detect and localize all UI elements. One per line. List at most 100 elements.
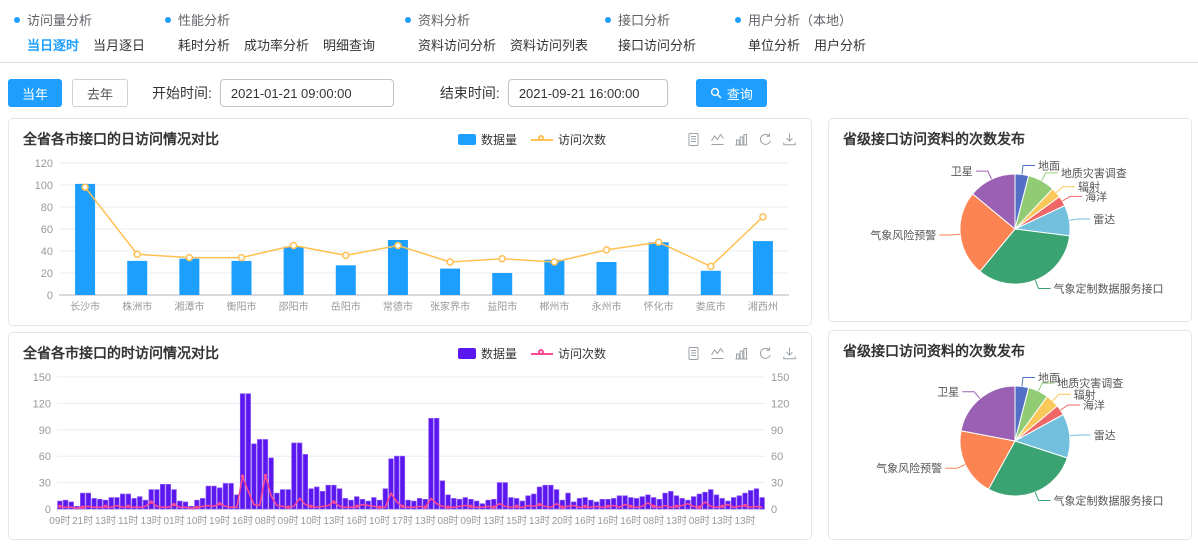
- svg-text:怀化市: 怀化市: [644, 300, 674, 313]
- daily-chart-canvas: 020406080100120长沙市株洲市湘潭市衡阳市邵阳市岳阳市常德市张家界市…: [23, 155, 797, 322]
- this-year-button[interactable]: 当年: [8, 79, 62, 107]
- nav-item-data-access-analysis[interactable]: 资料访问分析: [418, 35, 496, 54]
- top-nav: 访问量分析 当日逐时 当月逐日 性能分析 耗时分析 成功率分析 明细查询 资料分…: [0, 10, 1198, 56]
- svg-text:气象风险预警: 气象风险预警: [870, 228, 936, 242]
- nav-group-performance: 性能分析 耗时分析 成功率分析 明细查询: [165, 10, 375, 54]
- nav-item-today-hourly[interactable]: 当日逐时: [27, 35, 79, 54]
- legend-label: 访问次数: [558, 131, 606, 148]
- nav-item-detail-query[interactable]: 明细查询: [323, 35, 375, 54]
- svg-text:10时: 10时: [369, 515, 390, 527]
- svg-text:永州市: 永州市: [592, 300, 622, 313]
- svg-text:30: 30: [39, 478, 51, 490]
- svg-text:16时: 16时: [346, 515, 367, 527]
- svg-text:13时: 13时: [483, 515, 504, 527]
- bullet-icon: [605, 17, 611, 23]
- svg-text:09时: 09时: [49, 515, 70, 527]
- line-chart-icon[interactable]: [710, 346, 725, 361]
- legend-label: 数据量: [481, 345, 517, 362]
- nav-item-time-cost[interactable]: 耗时分析: [178, 35, 230, 54]
- svg-text:60: 60: [771, 451, 783, 463]
- svg-text:10时: 10时: [301, 515, 322, 527]
- svg-text:80: 80: [41, 202, 53, 214]
- search-icon: [710, 87, 722, 99]
- nav-item-unit-analysis[interactable]: 单位分析: [748, 35, 800, 54]
- line-chart-icon[interactable]: [710, 132, 725, 147]
- svg-text:01时: 01时: [163, 515, 184, 527]
- svg-text:长沙市: 长沙市: [70, 300, 100, 313]
- svg-text:0: 0: [45, 504, 51, 516]
- nav-group-label: 性能分析: [178, 10, 230, 29]
- nav-group-data: 资料分析 资料访问分析 资料访问列表: [405, 10, 588, 54]
- bar-chart-icon[interactable]: [734, 132, 749, 147]
- line-swatch-icon: [531, 134, 553, 145]
- legend-item-data-volume[interactable]: 数据量: [458, 131, 517, 148]
- svg-text:13时: 13时: [529, 515, 550, 527]
- svg-text:16时: 16时: [232, 515, 253, 527]
- legend-item-data-volume[interactable]: 数据量: [458, 345, 517, 362]
- nav-group-title: 访问量分析: [14, 10, 145, 29]
- svg-text:衡阳市: 衡阳市: [227, 300, 257, 313]
- bullet-icon: [735, 17, 741, 23]
- svg-text:30: 30: [771, 478, 783, 490]
- pie1-title: 省级接口访问资料的次数发布: [843, 129, 1177, 149]
- legend-item-visit-count[interactable]: 访问次数: [531, 345, 606, 362]
- svg-text:13时: 13时: [141, 515, 162, 527]
- svg-text:60: 60: [41, 224, 53, 236]
- svg-text:常德市: 常德市: [383, 300, 413, 313]
- nav-item-user-analysis[interactable]: 用户分析: [814, 35, 866, 54]
- download-icon[interactable]: [782, 346, 797, 361]
- svg-text:地质灾害调查: 地质灾害调查: [1061, 166, 1127, 180]
- download-icon[interactable]: [782, 132, 797, 147]
- nav-group-title: 性能分析: [165, 10, 375, 29]
- svg-text:11时: 11时: [118, 515, 138, 527]
- nav-group-users: 用户分析（本地） 单位分析 用户分析: [735, 10, 866, 54]
- daily-chart-title: 全省各市接口的日访问情况对比: [23, 129, 458, 149]
- end-time-input[interactable]: [508, 79, 668, 107]
- svg-text:气象风险预警: 气象风险预警: [876, 461, 942, 475]
- svg-text:16时: 16时: [620, 515, 641, 527]
- restore-icon[interactable]: [758, 346, 773, 361]
- bar-chart-icon[interactable]: [734, 346, 749, 361]
- nav-item-month-daily[interactable]: 当月逐日: [93, 35, 145, 54]
- svg-text:湘西州: 湘西州: [748, 300, 778, 313]
- nav-item-interface-access-analysis[interactable]: 接口访问分析: [618, 35, 696, 54]
- svg-text:邵阳市: 邵阳市: [279, 300, 309, 313]
- filter-bar: 当年 去年 开始时间: 结束时间: 查询: [8, 78, 767, 108]
- data-view-icon[interactable]: [686, 346, 701, 361]
- svg-text:株洲市: 株洲市: [122, 300, 152, 313]
- svg-text:13时: 13时: [95, 515, 116, 527]
- start-time-input[interactable]: [220, 79, 394, 107]
- svg-text:娄底市: 娄底市: [696, 300, 726, 313]
- svg-text:气象定制数据服务接口: 气象定制数据服务接口: [1054, 282, 1164, 296]
- nav-item-data-access-list[interactable]: 资料访问列表: [510, 35, 588, 54]
- svg-text:0: 0: [47, 290, 53, 302]
- search-button[interactable]: 查询: [696, 79, 767, 107]
- nav-group-visits: 访问量分析 当日逐时 当月逐日: [14, 10, 145, 54]
- daily-chart-card: 全省各市接口的日访问情况对比 数据量 访问次数 020406080100120长…: [8, 118, 812, 326]
- svg-text:120: 120: [35, 158, 53, 170]
- legend-item-visit-count[interactable]: 访问次数: [531, 131, 606, 148]
- last-year-button[interactable]: 去年: [72, 79, 128, 107]
- line-swatch-icon: [531, 348, 553, 359]
- start-time-label: 开始时间:: [152, 83, 212, 103]
- svg-text:10时: 10时: [186, 515, 207, 527]
- svg-text:卫星: 卫星: [951, 165, 973, 178]
- pie2-title: 省级接口访问资料的次数发布: [843, 341, 1177, 361]
- svg-text:海洋: 海洋: [1085, 189, 1107, 203]
- hourly-chart-legend: 数据量 访问次数: [458, 345, 606, 362]
- restore-icon[interactable]: [758, 132, 773, 147]
- provincial-pie-card-1: 省级接口访问资料的次数发布 地面地质灾害调查辐射海洋雷达气象定制数据服务接口气象…: [828, 118, 1192, 322]
- nav-group-title: 用户分析（本地）: [735, 10, 866, 29]
- nav-group-label: 接口分析: [618, 10, 670, 29]
- nav-item-success-rate[interactable]: 成功率分析: [244, 35, 309, 54]
- svg-text:60: 60: [39, 451, 51, 463]
- svg-text:张家界市: 张家界市: [430, 300, 470, 313]
- svg-text:雷达: 雷达: [1094, 429, 1116, 442]
- svg-text:郴州市: 郴州市: [539, 300, 569, 313]
- svg-text:卫星: 卫星: [937, 386, 959, 399]
- data-view-icon[interactable]: [686, 132, 701, 147]
- svg-text:19时: 19时: [209, 515, 230, 527]
- nav-group-interface: 接口分析 接口访问分析: [605, 10, 696, 54]
- daily-chart-legend: 数据量 访问次数: [458, 131, 606, 148]
- svg-text:雷达: 雷达: [1093, 213, 1115, 226]
